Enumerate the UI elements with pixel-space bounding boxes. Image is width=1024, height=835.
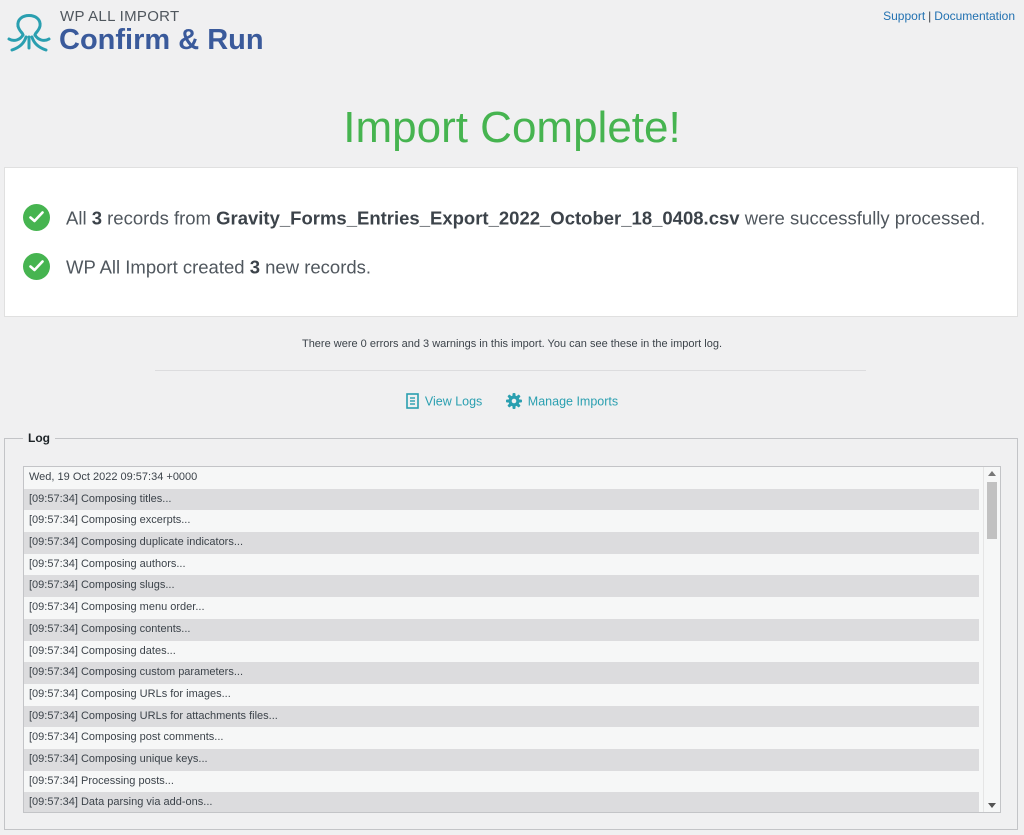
log-legend: Log: [23, 431, 55, 445]
log-row: [09:57:34] Composing unique keys...: [24, 748, 979, 771]
records-prefix: All: [66, 207, 92, 229]
log-row: [09:57:34] Composing authors...: [29, 557, 186, 570]
records-processed-line: All 3 records from Gravity_Forms_Entries…: [23, 204, 986, 233]
scroll-down-arrow-icon[interactable]: [988, 803, 996, 808]
manage-imports-label: Manage Imports: [527, 394, 619, 409]
records-created-line: WP All Import created 3 new records.: [23, 253, 372, 282]
log-row: [09:57:34] Composing titles...: [24, 488, 979, 511]
log-row: [09:57:34] Composing duplicate indicator…: [24, 532, 979, 554]
log-row: [09:57:34] Composing excerpts...: [29, 514, 191, 527]
created-count: 3: [249, 256, 260, 278]
import-summary: There were 0 errors and 3 warnings in th…: [301, 338, 723, 350]
log-rows: Wed, 19 Oct 2022 09:57:34 +0000 [09:57:34…: [24, 467, 1000, 812]
created-prefix: WP All Import created: [66, 256, 250, 278]
action-links: View Logs Manage Imports: [0, 393, 1024, 410]
gear-icon: [505, 393, 522, 409]
log-row: [09:57:34] Composing post comments...: [29, 731, 224, 744]
log-output[interactable]: Wed, 19 Oct 2022 09:57:34 +0000 [09:57:34…: [23, 466, 1001, 813]
log-row: [09:57:34] Composing dates...: [29, 644, 176, 657]
log-row: [09:57:34] Composing custom parameters..…: [24, 662, 979, 684]
log-row: [09:57:34] Processing posts...: [29, 774, 174, 787]
import-complete-title: Import Complete!: [343, 103, 681, 152]
log-row: [09:57:34] Composing URLs for images...: [29, 687, 231, 700]
log-scrollbar[interactable]: [983, 467, 1000, 812]
octopus-logo-icon: [7, 14, 51, 52]
log-section: Log Wed, 19 Oct 2022 09:57:34 +0000 [09:5…: [4, 431, 1018, 830]
log-row: Wed, 19 Oct 2022 09:57:34 +0000: [29, 471, 198, 483]
log-row: [09:57:34] Composing contents...: [24, 618, 979, 641]
scroll-up-arrow-icon[interactable]: [988, 471, 996, 476]
log-row: [09:57:34] Composing menu order...: [29, 601, 205, 614]
records-count: 3: [91, 207, 102, 229]
view-logs-link[interactable]: View Logs: [406, 393, 483, 410]
import-filename: Gravity_Forms_Entries_Export_2022_Octobe…: [216, 207, 740, 229]
check-circle-icon: [23, 204, 50, 231]
check-circle-icon: [23, 253, 50, 280]
document-icon: [406, 393, 419, 409]
link-separator: |: [928, 9, 932, 23]
log-row: [09:57:34] Composing slugs...: [24, 575, 979, 598]
brand-name: WP ALL IMPORT: [60, 8, 180, 25]
divider: [155, 370, 866, 371]
page-heading: Confirm & Run: [59, 24, 264, 56]
results-panel: All 3 records from Gravity_Forms_Entries…: [4, 167, 1018, 317]
manage-imports-link[interactable]: Manage Imports: [505, 393, 619, 410]
records-suffix: were successfully processed.: [739, 207, 986, 229]
header: WP ALL IMPORT Confirm & Run Support | Docu…: [0, 0, 1024, 70]
documentation-link[interactable]: Documentation: [934, 9, 1015, 23]
scroll-thumb[interactable]: [987, 482, 997, 539]
log-row: [09:57:34] Data parsing via add-ons...: [24, 792, 979, 812]
help-links: Support | Documentation: [883, 9, 1015, 23]
created-suffix: new records.: [260, 256, 372, 278]
log-row: [09:57:34] Composing URLs for attachment…: [24, 705, 979, 728]
view-logs-label: View Logs: [424, 394, 483, 409]
support-link[interactable]: Support: [883, 9, 925, 23]
records-middle: records from: [102, 207, 217, 229]
